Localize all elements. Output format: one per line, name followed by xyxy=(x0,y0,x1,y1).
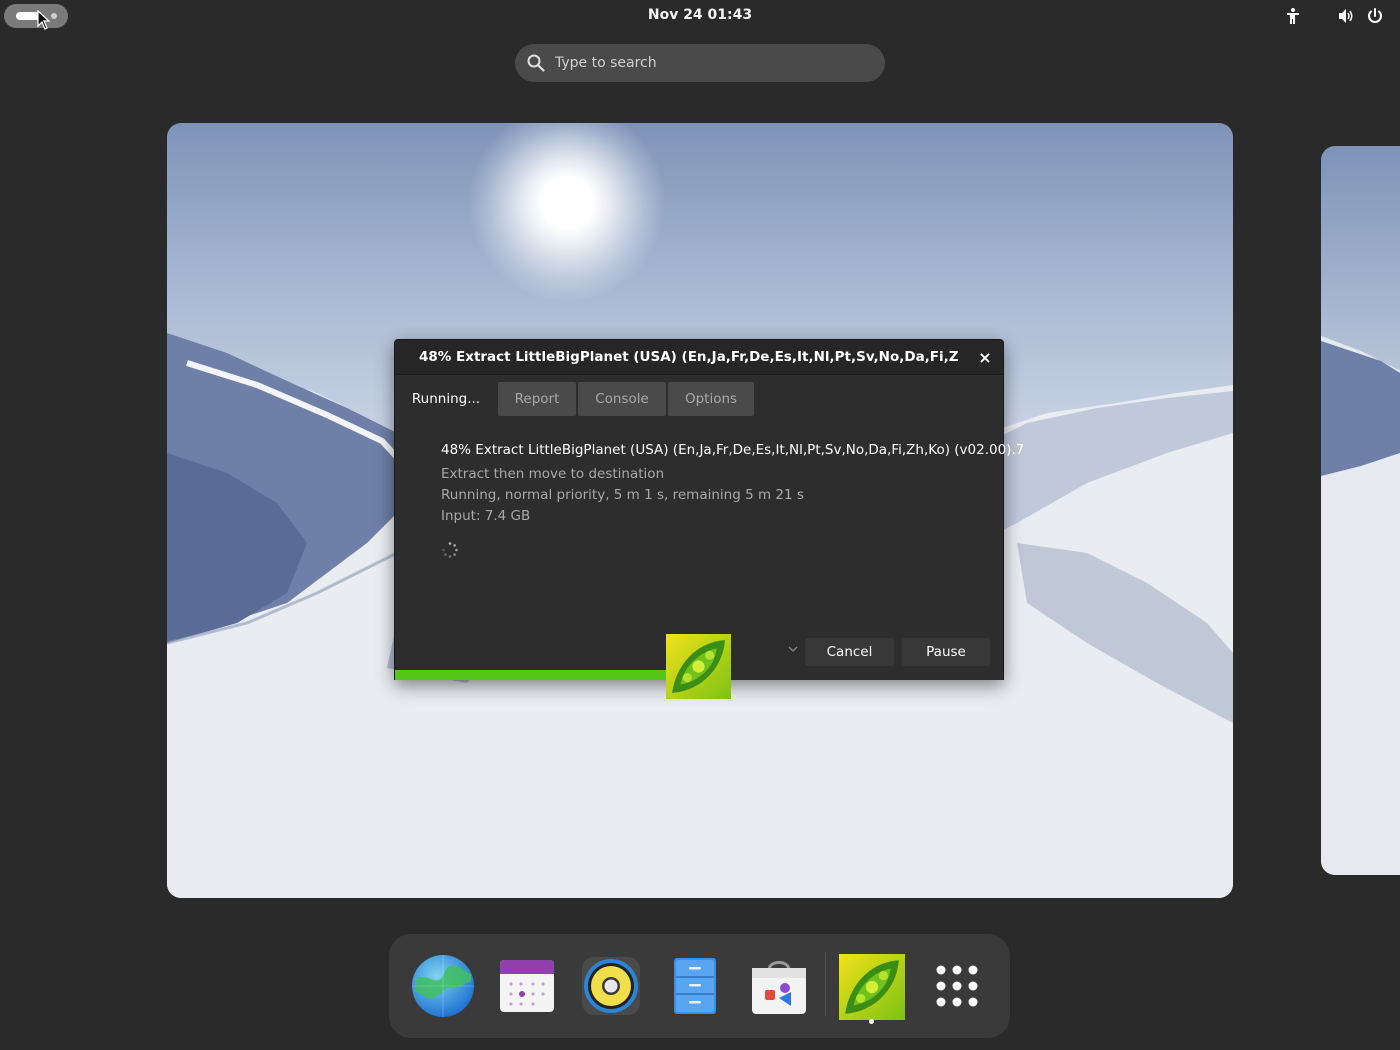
dialog-tabs: Running... Report Console Options xyxy=(395,382,1003,416)
search-bar[interactable] xyxy=(515,44,885,82)
spinner-icon xyxy=(442,542,458,558)
tab-running[interactable]: Running... xyxy=(403,382,489,416)
web-browser-icon[interactable] xyxy=(409,952,477,1020)
power-icon[interactable] xyxy=(1366,7,1384,25)
close-button[interactable]: × xyxy=(975,348,995,368)
dialog-title: 48% Extract LittleBigPlanet (USA) (En,Ja… xyxy=(419,349,959,365)
workspace-indicator-dot xyxy=(51,13,57,19)
volume-icon[interactable] xyxy=(1337,7,1355,25)
music-player-icon[interactable] xyxy=(577,952,645,1020)
task-input-size: Input: 7.4 GB xyxy=(441,508,531,524)
peazip-dock-icon[interactable] xyxy=(839,954,905,1020)
mouse-cursor-icon xyxy=(37,10,51,30)
search-input[interactable] xyxy=(555,51,865,75)
cancel-button[interactable]: Cancel xyxy=(805,638,894,666)
next-workspace-preview[interactable] xyxy=(1321,146,1400,875)
tab-options[interactable]: Options xyxy=(668,382,754,416)
top-bar: Nov 24 01:43 xyxy=(0,0,1400,32)
activities-button[interactable] xyxy=(4,4,68,28)
wallpaper-snow-hills xyxy=(1321,336,1400,875)
extraction-progress-dialog: 48% Extract LittleBigPlanet (USA) (En,Ja… xyxy=(394,339,1024,680)
search-icon xyxy=(527,54,545,72)
task-status: Running, normal priority, 5 m 1 s, remai… xyxy=(441,487,804,503)
accessibility-icon[interactable] xyxy=(1284,7,1302,25)
tab-report[interactable]: Report xyxy=(498,382,576,416)
chevron-down-icon[interactable] xyxy=(788,644,798,654)
calendar-app-icon[interactable] xyxy=(493,952,561,1020)
running-app-indicator xyxy=(869,1019,874,1024)
file-cabinet-icon[interactable] xyxy=(661,952,729,1020)
clock[interactable]: Nov 24 01:43 xyxy=(600,7,800,23)
dock-separator xyxy=(825,952,826,1016)
task-mode: Extract then move to destination xyxy=(441,466,665,482)
pause-button[interactable]: Pause xyxy=(902,638,990,666)
task-headline: 48% Extract LittleBigPlanet (USA) (En,Ja… xyxy=(441,442,1025,458)
peazip-app-icon xyxy=(666,634,731,699)
progress-bar-fill xyxy=(395,670,687,680)
show-apps-grid-icon[interactable] xyxy=(923,952,991,1020)
tab-console[interactable]: Console xyxy=(578,382,666,416)
dialog-titlebar[interactable]: 48% Extract LittleBigPlanet (USA) (En,Ja… xyxy=(395,340,1003,375)
dock xyxy=(389,934,1010,1038)
software-store-icon[interactable] xyxy=(745,952,813,1020)
